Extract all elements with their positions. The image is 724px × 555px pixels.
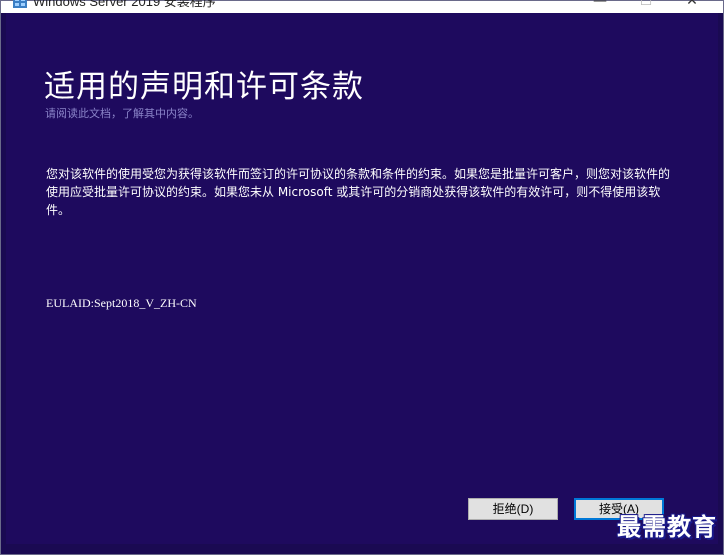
decline-button[interactable]: 拒绝(D) xyxy=(468,498,558,520)
close-icon[interactable]: ✕ xyxy=(669,0,715,13)
watermark-logo: 最需教育 xyxy=(617,512,717,541)
maximize-icon[interactable]: ☐ xyxy=(623,0,669,13)
eula-panel: 适用的声明和许可条款 请阅读此文档，了解其中内容。 您对该软件的使用受您为获得该… xyxy=(6,13,718,544)
title-bar[interactable]: Windows Server 2019 安装程序 — ☐ ✕ xyxy=(1,0,723,13)
setup-app-icon xyxy=(13,0,27,8)
page-subtitle: 请阅读此文档，了解其中内容。 xyxy=(45,107,199,120)
license-text[interactable]: 您对该软件的使用受您为获得该软件而签订的许可协议的条款和条件的约束。如果您是批量… xyxy=(46,165,676,219)
setup-window: Windows Server 2019 安装程序 — ☐ ✕ 适用的声明和许可条… xyxy=(0,0,724,555)
eula-id: EULAID:Sept2018_V_ZH-CN xyxy=(46,296,197,310)
minimize-icon[interactable]: — xyxy=(577,0,623,13)
page-title: 适用的声明和许可条款 xyxy=(44,69,364,105)
window-title: Windows Server 2019 安装程序 xyxy=(33,0,216,9)
